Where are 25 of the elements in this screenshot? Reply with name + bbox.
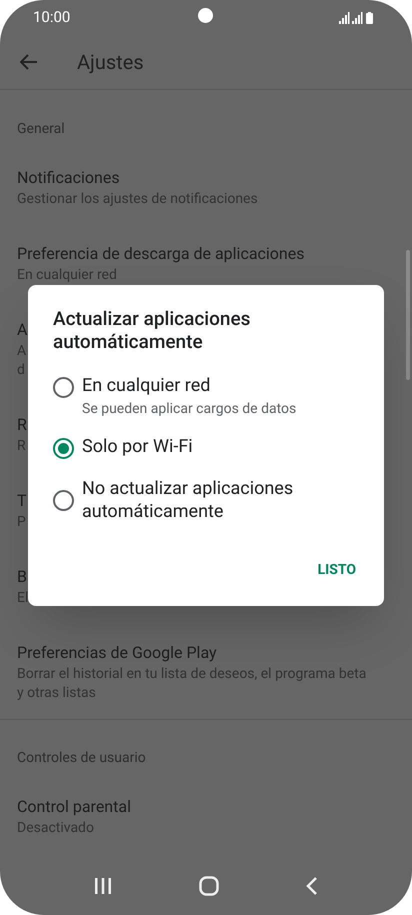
- section-heading: Controles de usuario: [17, 750, 146, 766]
- radio-button[interactable]: [53, 438, 74, 459]
- setting-title[interactable]: Preferencias de Google Play: [17, 641, 217, 665]
- home-icon[interactable]: [198, 876, 219, 896]
- page-title: Ajustes: [77, 49, 144, 76]
- dialog-title: Actualizar aplicaciones automáticamente: [53, 307, 252, 353]
- setting-title[interactable]: A: [17, 318, 28, 342]
- section-heading: General: [17, 121, 65, 137]
- back-icon[interactable]: [306, 877, 318, 895]
- status-time: 10:00: [33, 7, 70, 28]
- setting-title[interactable]: Notificaciones: [17, 166, 120, 190]
- back-arrow-icon[interactable]: [20, 54, 38, 70]
- setting-title[interactable]: Control parental: [17, 795, 131, 819]
- recent-apps-icon[interactable]: [94, 877, 112, 895]
- setting-title[interactable]: T: [17, 489, 27, 513]
- option-description: Se pueden aplicar cargos de datos: [82, 400, 296, 419]
- option-label[interactable]: No actualizar aplicaciones automáticamente: [82, 477, 364, 523]
- option-label[interactable]: Solo por Wi-Fi: [82, 435, 193, 458]
- radio-button[interactable]: [53, 490, 74, 511]
- option-label[interactable]: En cualquier red: [82, 374, 210, 397]
- setting-title[interactable]: R: [17, 413, 27, 437]
- done-button[interactable]: LISTO: [312, 554, 362, 587]
- setting-title[interactable]: B: [17, 565, 27, 589]
- radio-button[interactable]: [53, 377, 74, 398]
- setting-title[interactable]: Preferencia de descarga de aplicaciones: [17, 242, 304, 266]
